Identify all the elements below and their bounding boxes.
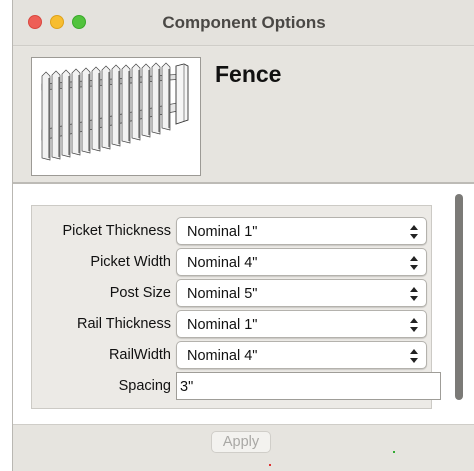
option-label: Rail Thickness xyxy=(76,316,171,332)
option-row-post-size: Post Size Nominal 5" xyxy=(32,279,433,307)
picket-thickness-select[interactable]: Nominal 1" xyxy=(176,217,427,245)
up-down-chevron-icon xyxy=(410,318,418,332)
select-value: Nominal 1" xyxy=(187,224,258,240)
component-header: Fence xyxy=(13,47,474,182)
title-bar: Component Options xyxy=(13,0,474,46)
option-row-rail-width: RailWidth Nominal 4" xyxy=(32,341,433,369)
rail-thickness-select[interactable]: Nominal 1" xyxy=(176,310,427,338)
select-value: Nominal 1" xyxy=(187,317,258,333)
up-down-chevron-icon xyxy=(410,256,418,270)
option-row-picket-thickness: Picket Thickness Nominal 1" xyxy=(32,217,433,245)
footer-bar: Apply xyxy=(13,424,474,471)
up-down-chevron-icon xyxy=(410,287,418,301)
options-panel: Picket Thickness Nominal 1" Picket Width… xyxy=(31,205,441,409)
spacing-input[interactable]: 3" xyxy=(176,372,441,400)
option-label: RailWidth xyxy=(108,347,171,363)
select-value: Nominal 5" xyxy=(187,286,258,302)
vertical-scrollbar[interactable] xyxy=(452,188,467,420)
option-row-picket-width: Picket Width Nominal 4" xyxy=(32,248,433,276)
option-row-rail-thickness: Rail Thickness Nominal 1" xyxy=(32,310,433,338)
component-options-window: Component Options Fence Picket Thickness… xyxy=(12,0,474,471)
option-label: Picket Width xyxy=(90,254,171,270)
rail-width-select[interactable]: Nominal 4" xyxy=(176,341,427,369)
scrollbar-thumb[interactable] xyxy=(455,194,463,400)
picket-width-select[interactable]: Nominal 4" xyxy=(176,248,427,276)
post-size-select[interactable]: Nominal 5" xyxy=(176,279,427,307)
option-row-spacing: Spacing 3" xyxy=(32,372,441,400)
up-down-chevron-icon xyxy=(410,349,418,363)
fence-thumbnail-image xyxy=(41,62,189,161)
select-value: Nominal 4" xyxy=(187,255,258,271)
option-label: Picket Thickness xyxy=(62,223,171,239)
component-thumbnail xyxy=(31,57,201,176)
option-label: Post Size xyxy=(109,285,171,301)
component-name: Fence xyxy=(215,61,282,87)
window-title: Component Options xyxy=(162,13,326,32)
select-value: Nominal 4" xyxy=(187,348,258,364)
option-label: Spacing xyxy=(118,378,171,394)
apply-button[interactable]: Apply xyxy=(211,431,271,453)
options-scroll-area: Picket Thickness Nominal 1" Picket Width… xyxy=(13,184,474,424)
input-value: 3" xyxy=(180,379,194,395)
up-down-chevron-icon xyxy=(410,225,418,239)
